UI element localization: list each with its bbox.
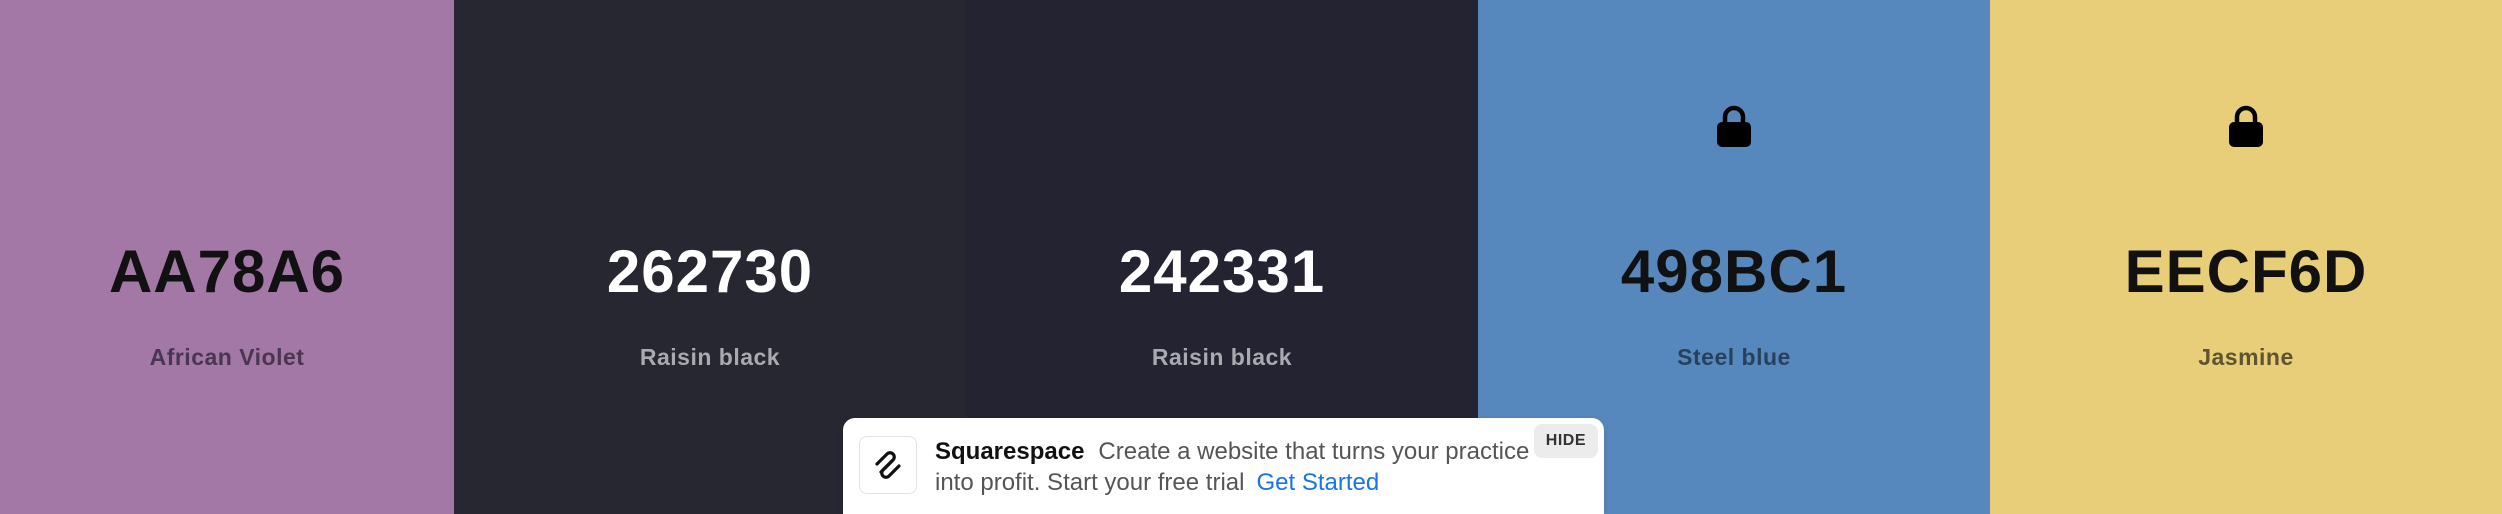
swatch-african-violet[interactable]: AA78A6 African Violet bbox=[0, 0, 454, 514]
hex-code[interactable]: EECF6D bbox=[1990, 232, 2502, 312]
color-name[interactable]: African Violet bbox=[0, 344, 454, 371]
swatch-jasmine[interactable]: EECF6D Jasmine bbox=[1990, 0, 2502, 514]
hex-code[interactable]: AA78A6 bbox=[0, 232, 454, 312]
hide-ad-button[interactable]: HIDE bbox=[1533, 424, 1598, 458]
color-name[interactable]: Raisin black bbox=[966, 344, 1478, 371]
lock-icon[interactable] bbox=[1714, 104, 1754, 148]
sponsor-ad-banner: Squarespace Create a website that turns y… bbox=[843, 418, 1604, 514]
ad-brand[interactable]: Squarespace bbox=[935, 438, 1084, 465]
color-name[interactable]: Steel blue bbox=[1478, 344, 1990, 371]
color-name[interactable]: Jasmine bbox=[1990, 344, 2502, 371]
squarespace-logo-icon[interactable] bbox=[859, 436, 917, 494]
ad-text: Squarespace Create a website that turns y… bbox=[935, 436, 1535, 498]
color-name[interactable]: Raisin black bbox=[454, 344, 966, 371]
hex-code[interactable]: 242331 bbox=[966, 232, 1478, 312]
hex-code[interactable]: 498BC1 bbox=[1478, 232, 1990, 312]
lock-icon[interactable] bbox=[2226, 104, 2266, 148]
get-started-link[interactable]: Get Started bbox=[1256, 469, 1379, 496]
hex-code[interactable]: 262730 bbox=[454, 232, 966, 312]
